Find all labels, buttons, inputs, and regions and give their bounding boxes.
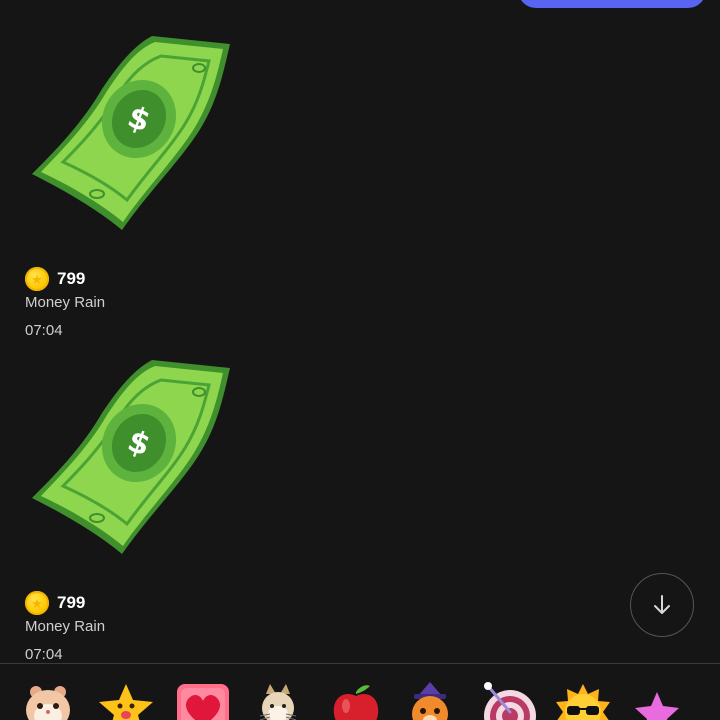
money-bill-icon: $ xyxy=(32,36,230,230)
arrow-down-icon xyxy=(654,595,670,614)
star-face-icon xyxy=(99,684,153,720)
cat-icon xyxy=(259,684,297,720)
gift-message: $ ★ 799 Money Rain 07:04 xyxy=(25,358,285,663)
message-time: 07:04 xyxy=(25,322,63,339)
gift-item[interactable] xyxy=(175,682,229,720)
scroll-to-bottom-button[interactable] xyxy=(630,573,694,637)
coin-icon: ★ xyxy=(25,591,49,615)
gift-name: Money Rain xyxy=(25,294,106,311)
sun-sunglasses-icon xyxy=(556,684,610,720)
apple-icon xyxy=(333,685,379,720)
price-row: ★ 799 xyxy=(25,266,285,292)
hamster-icon xyxy=(26,686,70,720)
gift-item[interactable] xyxy=(632,682,684,720)
pink-star-icon xyxy=(635,692,679,720)
gift-item[interactable] xyxy=(406,682,458,720)
gift-name: Money Rain xyxy=(25,618,106,635)
coin-icon: ★ xyxy=(25,267,49,291)
money-bill-icon: $ xyxy=(32,360,230,554)
gift-item[interactable] xyxy=(96,682,153,720)
message-time: 07:04 xyxy=(25,646,63,663)
gift-price: 799 xyxy=(57,269,86,288)
gift-message: $ ★ 799 Money Rain 07:04 xyxy=(25,34,285,339)
gift-item[interactable] xyxy=(330,682,382,720)
gift-item[interactable] xyxy=(480,682,536,720)
gift-bar xyxy=(0,664,720,720)
heart-box-icon xyxy=(177,684,229,720)
gift-price: 799 xyxy=(57,593,86,612)
price-row: ★ 799 xyxy=(25,590,285,616)
gift-item[interactable] xyxy=(22,682,74,720)
gift-item[interactable] xyxy=(552,682,610,720)
gift-item[interactable] xyxy=(256,682,308,720)
message-list: $ ★ 799 Money Rain 07:04 $ ★ 799 Money R… xyxy=(0,0,720,663)
dartboard-icon xyxy=(484,682,536,720)
cat-wizard-icon xyxy=(412,682,448,720)
